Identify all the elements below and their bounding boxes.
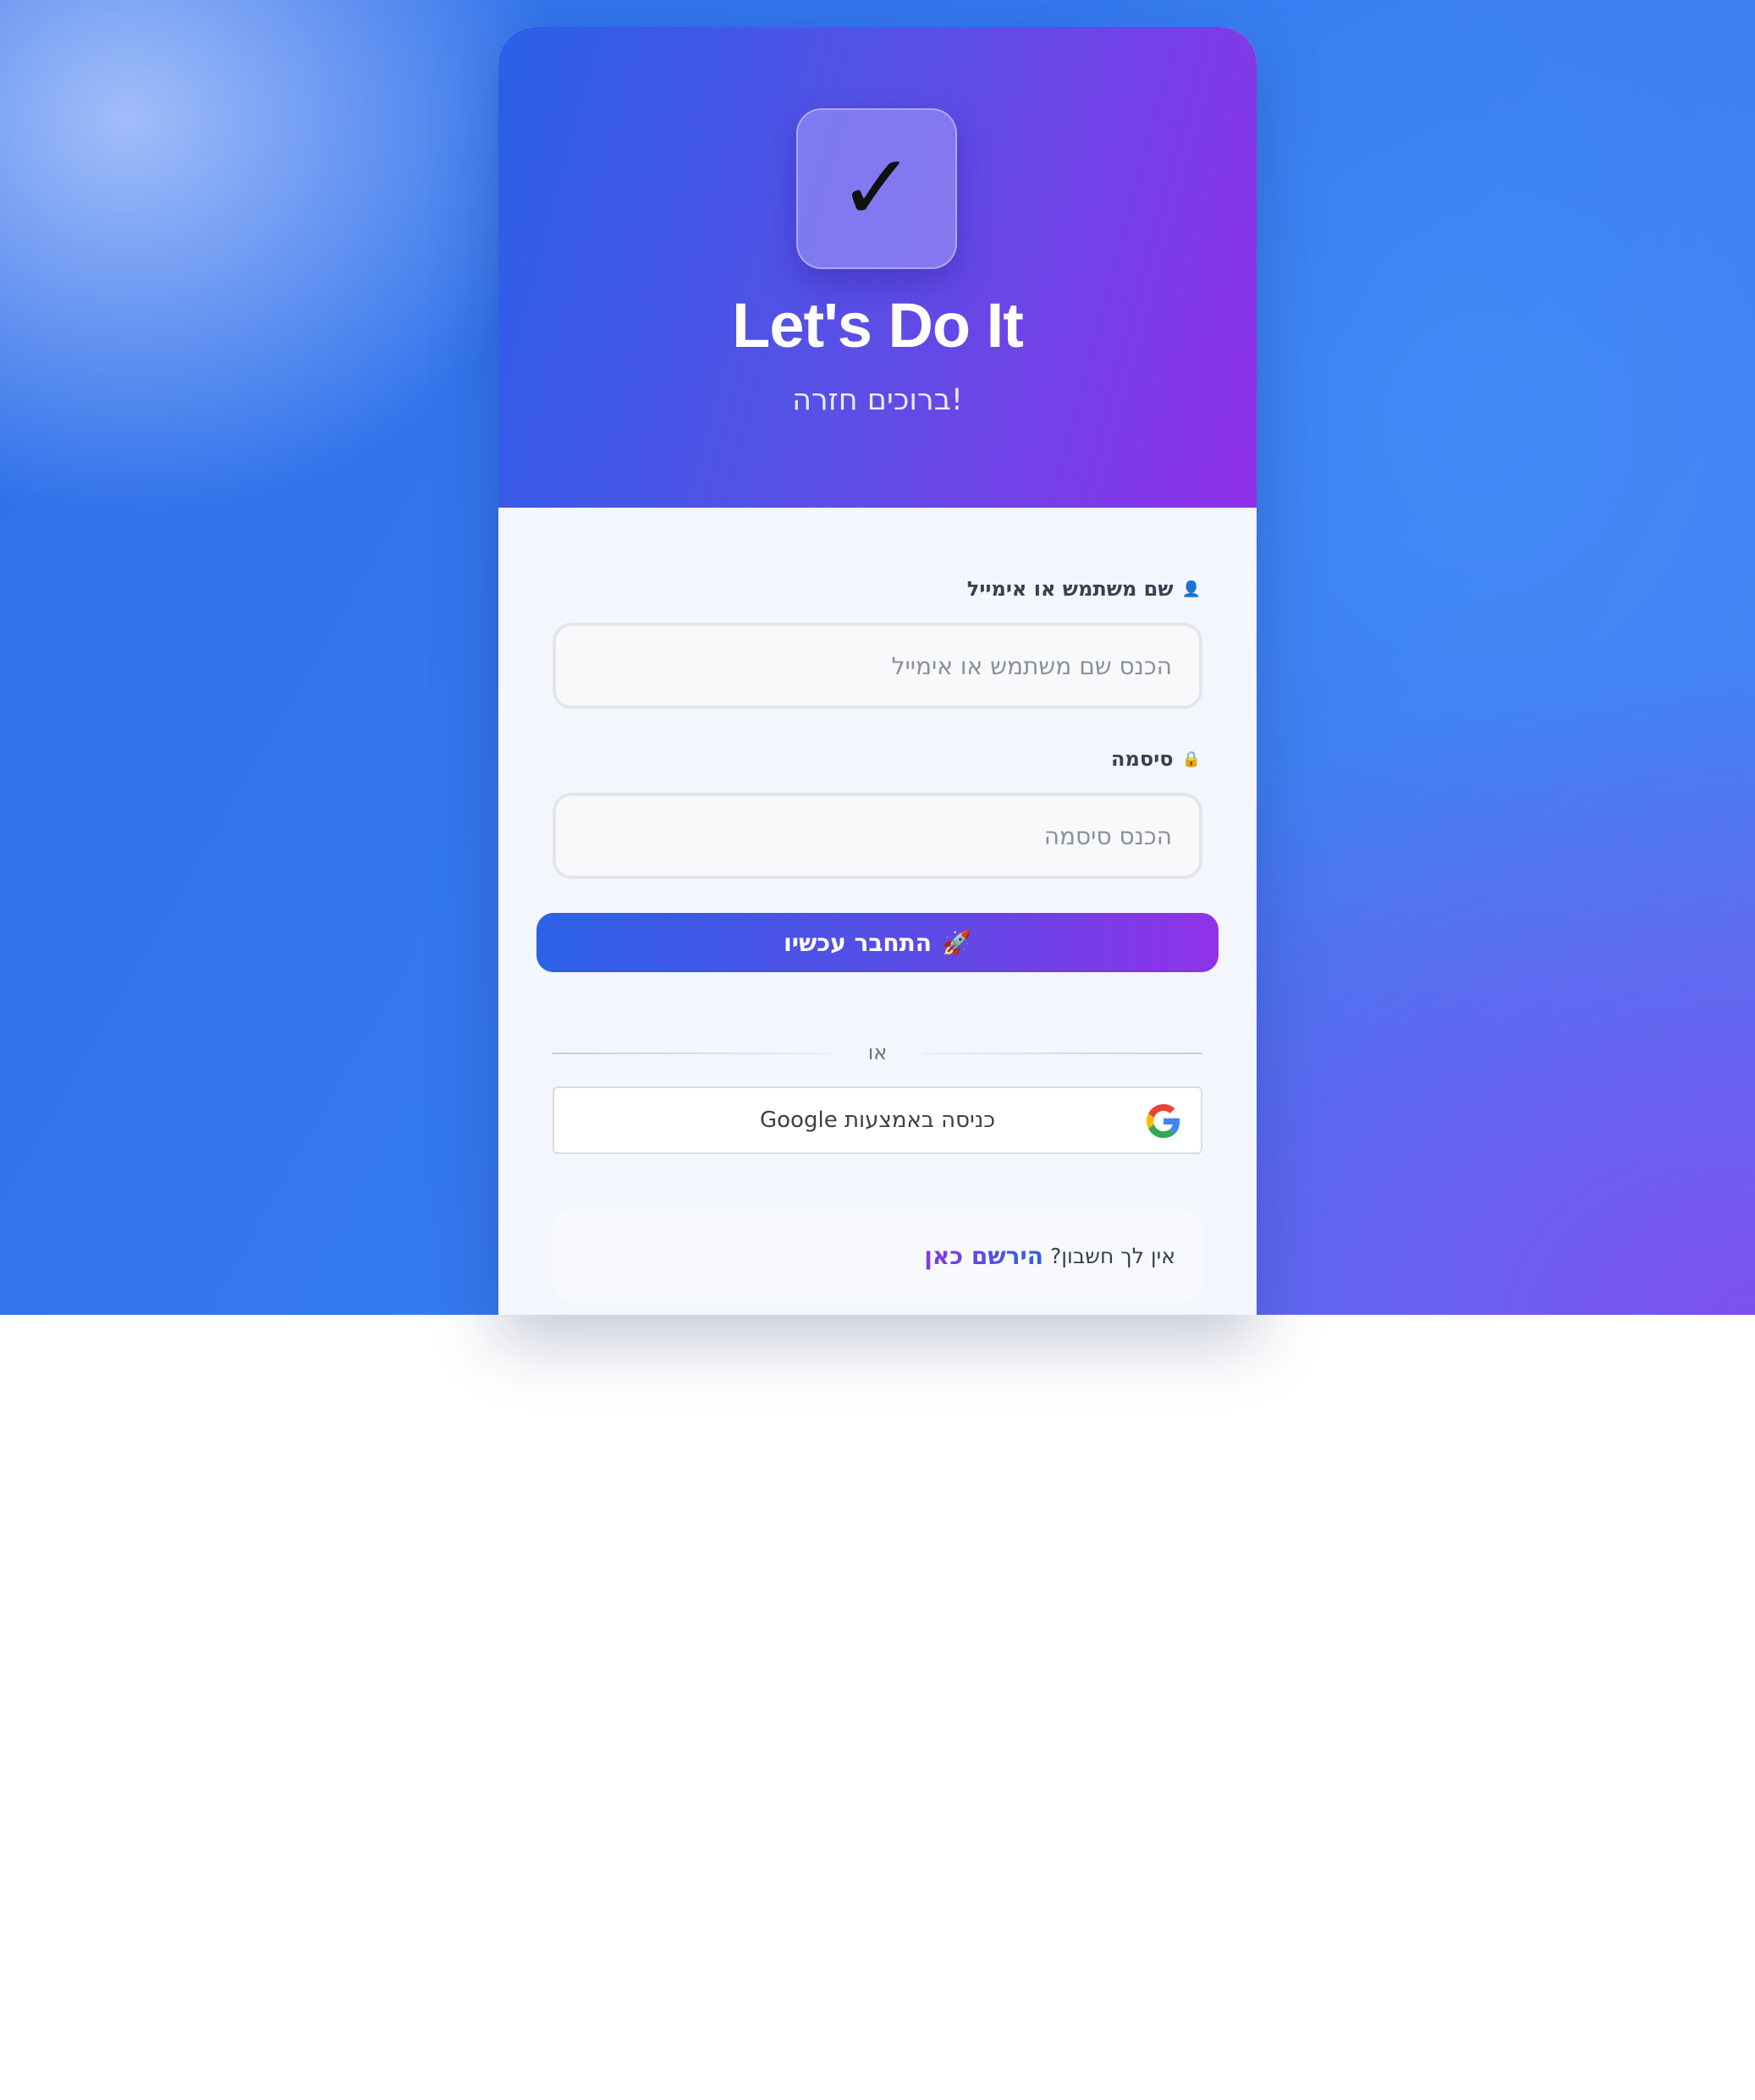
- checkmark-icon: ✓: [838, 135, 916, 241]
- card-header: ✓ Let's Do It ברוכים חזרה!: [498, 27, 1257, 508]
- user-icon: 👤: [1181, 580, 1201, 598]
- or-divider: או: [553, 1039, 1202, 1066]
- rocket-icon: 🚀: [942, 928, 971, 957]
- app-title: Let's Do It: [732, 290, 1024, 360]
- login-button[interactable]: 🚀 התחבר עכשיו: [536, 913, 1219, 972]
- or-text: או: [867, 1041, 888, 1064]
- google-signin-label: כניסה באמצעות Google: [760, 1108, 995, 1133]
- google-signin-button[interactable]: כניסה באמצעות Google: [553, 1086, 1202, 1154]
- username-input[interactable]: [553, 623, 1202, 709]
- app-logo: ✓: [796, 108, 957, 269]
- username-label: 👤 שם משתמש או אימייל: [967, 577, 1201, 601]
- register-prompt-text: אין לך חשבון?: [1049, 1243, 1175, 1268]
- welcome-subtitle: ברוכים חזרה!: [792, 383, 963, 417]
- password-label: 🔒 סיסמה: [1111, 747, 1201, 771]
- register-prompt: אין לך חשבון? הירשם כאן: [553, 1208, 1202, 1303]
- username-label-text: שם משתמש או אימייל: [966, 577, 1174, 601]
- password-label-text: סיסמה: [1111, 747, 1174, 771]
- lock-icon: 🔒: [1181, 750, 1201, 768]
- login-button-label: התחבר עכשיו: [784, 928, 933, 957]
- login-card: ✓ Let's Do It ברוכים חזרה! 👤 שם משתמש או…: [498, 27, 1257, 1315]
- register-link[interactable]: הירשם כאן: [924, 1242, 1043, 1270]
- password-input[interactable]: [553, 793, 1202, 879]
